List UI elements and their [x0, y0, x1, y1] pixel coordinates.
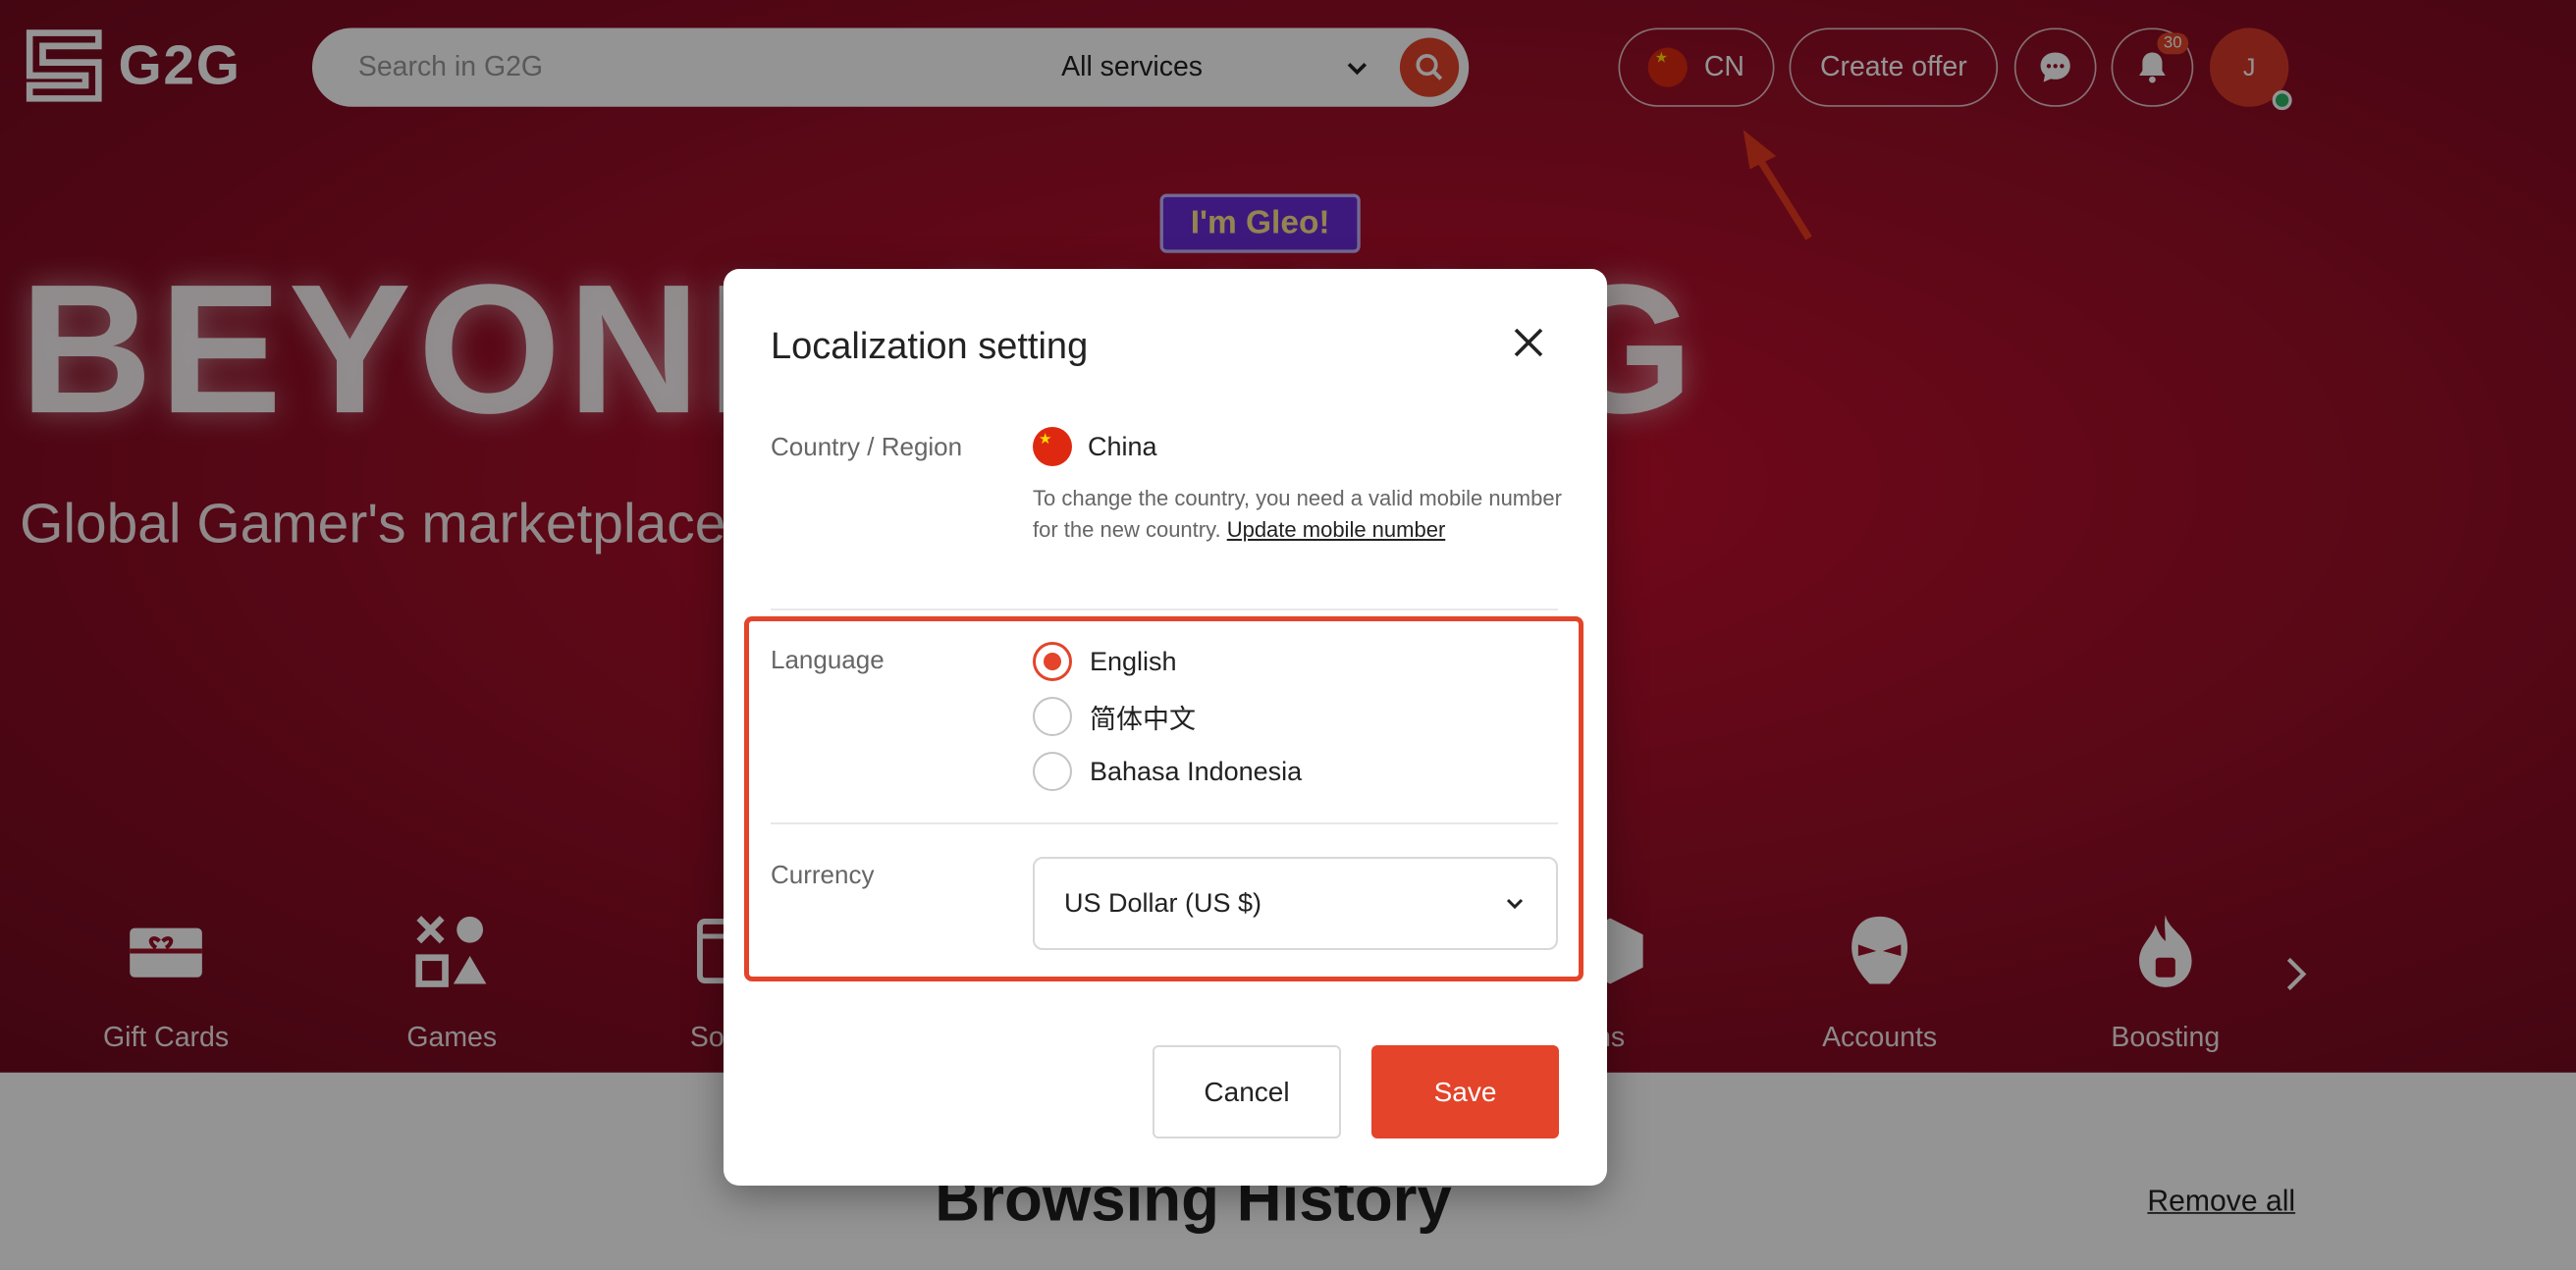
currency-label: Currency [771, 860, 875, 889]
radio-button[interactable] [1033, 697, 1072, 736]
country-value: China [1033, 427, 1157, 466]
language-option-label: Bahasa Indonesia [1090, 756, 1303, 786]
currency-select[interactable]: US Dollar (US $) [1033, 857, 1558, 950]
modal-title: Localization setting [771, 326, 1089, 367]
language-option-label: 简体中文 [1090, 704, 1196, 734]
cancel-button[interactable]: Cancel [1153, 1045, 1341, 1138]
radio-button[interactable] [1033, 752, 1072, 791]
country-name: China [1088, 431, 1157, 461]
language-label: Language [771, 645, 885, 674]
china-flag-icon [1033, 427, 1072, 466]
chevron-down-icon [1506, 898, 1524, 909]
section-divider [771, 609, 1558, 610]
close-button[interactable] [1504, 318, 1553, 367]
section-divider [771, 822, 1558, 824]
language-option-simplified-chinese[interactable]: 简体中文 [1033, 697, 1196, 736]
localization-modal: Localization setting Country / Region Ch… [724, 269, 1607, 1186]
language-option-label: English [1090, 646, 1177, 676]
currency-value: US Dollar (US $) [1064, 888, 1262, 918]
update-mobile-number-link[interactable]: Update mobile number [1227, 517, 1446, 542]
country-change-note: To change the country, you need a valid … [1033, 483, 1563, 546]
radio-button[interactable] [1033, 642, 1072, 681]
country-region-label: Country / Region [771, 432, 963, 461]
save-button[interactable]: Save [1371, 1045, 1559, 1138]
language-option-bahasa-indonesia[interactable]: Bahasa Indonesia [1033, 752, 1302, 791]
close-icon [1514, 328, 1543, 357]
language-option-english[interactable]: English [1033, 642, 1177, 681]
